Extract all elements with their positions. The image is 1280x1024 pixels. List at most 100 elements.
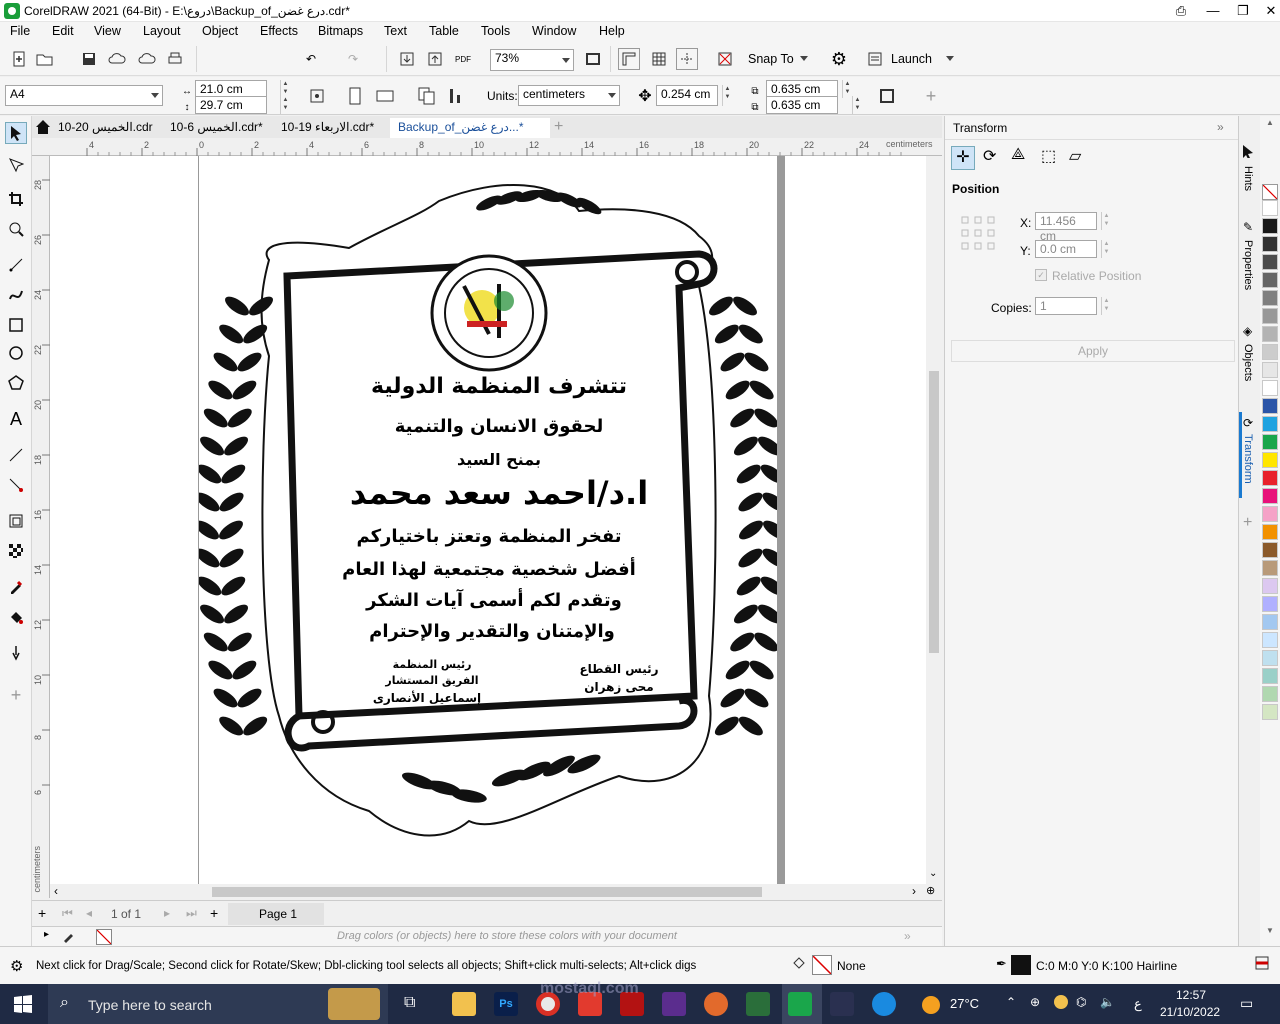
- palette-swatch[interactable]: [1262, 254, 1278, 270]
- palette-swatch[interactable]: [1262, 668, 1278, 684]
- horizontal-scrollbar[interactable]: ‹ › ⊕: [50, 884, 935, 900]
- tray-app-icon[interactable]: ⊕: [1030, 995, 1040, 1009]
- duplicate-x-spinner[interactable]: ▲ ▼: [842, 80, 852, 98]
- copies-field[interactable]: 1: [1035, 297, 1097, 315]
- horizontal-ruler[interactable]: 4 2 0 2 4 6 8 10 12 14 16 18 20 22 24 centimeters: [32, 138, 942, 156]
- menu-tools[interactable]: Tools: [481, 24, 510, 38]
- no-color-swatch[interactable]: [96, 929, 112, 945]
- certificate-body-4[interactable]: والإمتنان والتقدير والإحترام: [347, 621, 637, 642]
- snap-off-icon[interactable]: [714, 48, 736, 70]
- show-grid-icon[interactable]: [648, 48, 670, 70]
- palette-swatch[interactable]: [1262, 686, 1278, 702]
- tray-yellow-icon[interactable]: [1054, 995, 1068, 1009]
- add-page-after-icon[interactable]: +: [210, 905, 218, 921]
- tab-hints[interactable]: Hints: [1242, 166, 1254, 191]
- parallel-dimension-tool-icon[interactable]: [5, 444, 27, 466]
- cloud-icon[interactable]: [136, 48, 158, 70]
- position-x-spinner[interactable]: ▲ ▼: [1101, 212, 1111, 230]
- next-page-icon[interactable]: ▸: [164, 906, 170, 920]
- menu-help[interactable]: Help: [599, 24, 625, 38]
- transparency-tool-icon[interactable]: [5, 540, 27, 562]
- status-settings-icon[interactable]: ⚙: [10, 957, 23, 975]
- palette-scroll-right-icon[interactable]: »: [904, 929, 911, 943]
- scroll-down-icon[interactable]: ⌄: [929, 868, 937, 879]
- palette-swatch[interactable]: [1262, 290, 1278, 306]
- menu-view[interactable]: View: [94, 24, 121, 38]
- page-tab[interactable]: Page 1: [228, 903, 324, 925]
- scale-mirror-mode-icon[interactable]: ⟁: [1011, 146, 1025, 164]
- add-page-before-icon[interactable]: +: [38, 905, 46, 921]
- scroll-right-icon[interactable]: ›: [912, 884, 916, 898]
- position-y-field[interactable]: 0.0 cm: [1035, 240, 1097, 258]
- export-icon[interactable]: [424, 48, 446, 70]
- eyedropper-icon[interactable]: [62, 929, 76, 946]
- drop-shadow-tool-icon[interactable]: [5, 510, 27, 532]
- edit-page-frame-icon[interactable]: [876, 85, 898, 107]
- signature-right-name[interactable]: محى زهران: [569, 680, 669, 694]
- page-height-field[interactable]: 29.7 cm: [195, 96, 267, 114]
- palette-swatch[interactable]: [1262, 542, 1278, 558]
- tray-chevron-icon[interactable]: ⌃: [1006, 995, 1016, 1009]
- minimize-button[interactable]: —: [1196, 0, 1230, 22]
- drawing-canvas[interactable]: تتشرف المنظمة الدولية لحقوق الانسان والت…: [50, 156, 926, 884]
- rectangle-tool-icon[interactable]: [5, 314, 27, 336]
- anchor-point-grid[interactable]: [961, 216, 995, 250]
- palette-swatch[interactable]: [1262, 452, 1278, 468]
- crop-tool-icon[interactable]: [5, 188, 27, 210]
- app-eagle-icon[interactable]: [830, 992, 854, 1016]
- palette-swatch[interactable]: [1262, 380, 1278, 396]
- weather-temperature[interactable]: 27°C: [950, 996, 979, 1011]
- current-page-layout-icon[interactable]: [446, 85, 468, 107]
- artistic-media-tool-icon[interactable]: [5, 284, 27, 306]
- palette-swatch[interactable]: [1262, 596, 1278, 612]
- page-height-spinner[interactable]: ▲ ▼: [280, 96, 290, 114]
- text-tool-icon[interactable]: A: [5, 408, 27, 430]
- zoom-level-field[interactable]: 73%: [490, 49, 574, 71]
- cloud-upload-icon[interactable]: [106, 48, 128, 70]
- certificate-body-1[interactable]: تفخر المنظمة وتعتز باختياركم: [339, 526, 639, 547]
- menu-effects[interactable]: Effects: [260, 24, 298, 38]
- landscape-icon[interactable]: [374, 85, 396, 107]
- palette-swatch[interactable]: [1262, 200, 1278, 216]
- add-docker-plus-icon[interactable]: +: [1243, 514, 1252, 532]
- vertical-ruler[interactable]: 28 26 24 22 20 18 16 14 12 10 8 6 centimeters: [32, 156, 50, 898]
- coreldraw-taskbar-icon-active[interactable]: [788, 992, 812, 1016]
- zoom-tool-icon[interactable]: [5, 218, 27, 240]
- open-folder-icon[interactable]: [34, 48, 56, 70]
- nudge-distance-field[interactable]: 0.254 cm: [656, 85, 718, 106]
- skew-mode-icon[interactable]: ▱: [1069, 146, 1081, 166]
- tab-properties[interactable]: Properties: [1242, 240, 1254, 290]
- network-icon[interactable]: ⌬: [1076, 995, 1086, 1009]
- tab-objects[interactable]: Objects: [1242, 344, 1254, 381]
- polygon-tool-icon[interactable]: [5, 372, 27, 394]
- menu-text[interactable]: Text: [384, 24, 407, 38]
- menu-layout[interactable]: Layout: [143, 24, 181, 38]
- notifications-icon[interactable]: ▭: [1240, 995, 1253, 1012]
- undo-icon[interactable]: ↶: [300, 48, 322, 70]
- launch-dropdown[interactable]: Launch: [891, 52, 932, 66]
- interactive-fill-tool-icon[interactable]: [5, 606, 27, 628]
- coreldraw-taskbar-icon-1[interactable]: [746, 992, 770, 1016]
- tab-document-active[interactable]: Backup_of_درع غضن...*: [390, 118, 550, 138]
- scroll-left-icon[interactable]: ‹: [54, 884, 58, 898]
- signature-left-rank[interactable]: الفريق المستشار: [377, 674, 487, 687]
- portrait-icon[interactable]: [344, 85, 366, 107]
- page-size-dropdown[interactable]: A4: [5, 85, 163, 106]
- new-document-icon[interactable]: [8, 48, 30, 70]
- position-mode-icon[interactable]: ✛: [951, 146, 975, 170]
- palette-swatch[interactable]: [1262, 560, 1278, 576]
- smart-fill-tool-icon[interactable]: [5, 642, 27, 664]
- quick-customize-plus-icon[interactable]: +: [5, 684, 27, 706]
- no-fill-swatch[interactable]: [1262, 184, 1278, 200]
- palette-swatch[interactable]: [1262, 344, 1278, 360]
- duplicate-y-spinner[interactable]: ▲ ▼: [852, 96, 862, 114]
- help-icon[interactable]: ⎙: [1164, 0, 1198, 22]
- certificate-body-3[interactable]: وتقدم لكم أسمى آيات الشكر: [349, 590, 639, 611]
- options-gear-icon[interactable]: ⚙: [828, 48, 850, 70]
- print-icon[interactable]: [164, 48, 186, 70]
- honoree-name[interactable]: ا.د/احمد سعد محمد: [344, 474, 654, 512]
- units-dropdown[interactable]: centimeters: [518, 85, 620, 106]
- eyedropper-tool-icon[interactable]: [5, 576, 27, 598]
- shield-plaque-artwork[interactable]: [199, 156, 783, 884]
- size-mode-icon[interactable]: ⬚: [1041, 146, 1056, 166]
